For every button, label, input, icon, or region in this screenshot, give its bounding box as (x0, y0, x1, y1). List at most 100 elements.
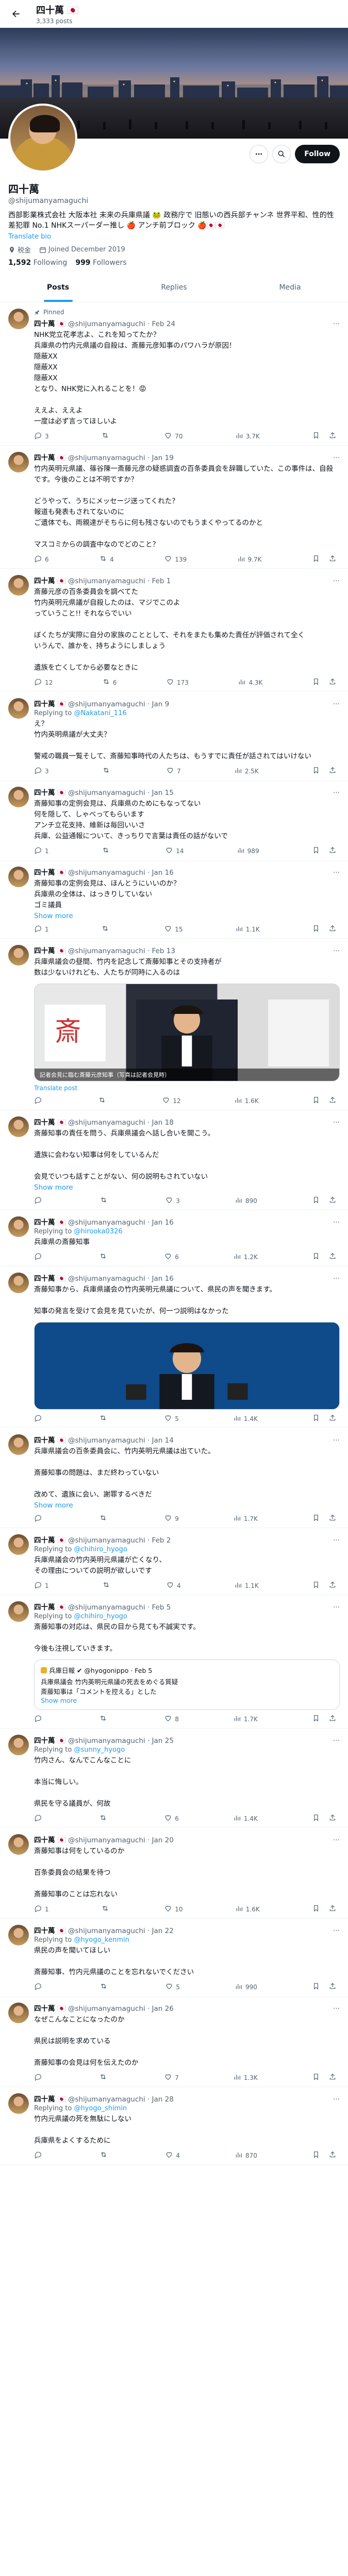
reply-button[interactable]: 12 (34, 677, 53, 687)
post-avatar[interactable] (8, 1735, 29, 1755)
reply-button[interactable]: 6 (34, 554, 49, 564)
repost-button[interactable] (102, 766, 113, 776)
post-avatar[interactable] (8, 1434, 29, 1455)
share-icon[interactable] (328, 1196, 337, 1206)
post[interactable]: 四十萬 🇯🇵 @shijumanyamaguchi · Feb 13 ··· 兵庫県議… (0, 939, 348, 1110)
post-author[interactable]: 四十萬 🇯🇵 (34, 452, 66, 462)
repost-button[interactable] (101, 924, 112, 934)
views-button[interactable]: 1.1K (235, 924, 260, 934)
post-more-icon[interactable]: ··· (333, 789, 340, 797)
post-avatar[interactable] (8, 945, 29, 965)
like-button[interactable]: 7 (164, 2073, 179, 2082)
tab-replies[interactable]: Replies (116, 275, 232, 302)
bookmark-icon[interactable] (312, 1714, 320, 1724)
views-button[interactable]: 1.2K (233, 1252, 258, 1262)
bookmark-icon[interactable] (312, 1196, 320, 1206)
views-button[interactable]: 2.5K (234, 766, 259, 776)
post-avatar[interactable] (8, 867, 29, 887)
bookmark-icon[interactable] (312, 2073, 320, 2082)
post-avatar[interactable] (8, 575, 29, 596)
post[interactable]: 四十萬 🇯🇵 @shijumanyamaguchi · Jan 25 ··· Repl… (0, 1728, 348, 1828)
repost-button[interactable]: 4 (99, 554, 114, 564)
reply-button[interactable] (34, 1252, 45, 1262)
share-icon[interactable] (328, 1714, 337, 1724)
share-icon[interactable] (328, 1982, 337, 1992)
repost-button[interactable] (99, 1714, 110, 1724)
post-author[interactable]: 四十萬 🇯🇵 (34, 575, 66, 585)
repost-button[interactable]: 6 (102, 677, 117, 687)
share-icon[interactable] (328, 766, 337, 776)
post-avatar[interactable] (8, 1834, 29, 1855)
reply-button[interactable] (34, 1714, 45, 1724)
post-avatar[interactable] (8, 787, 29, 807)
post-more-icon[interactable]: ··· (333, 1536, 340, 1545)
post-media[interactable] (34, 1322, 340, 1410)
bookmark-icon[interactable] (312, 1514, 320, 1523)
post-more-icon[interactable]: ··· (333, 1275, 340, 1283)
bookmark-icon[interactable] (312, 2150, 320, 2160)
post[interactable]: 四十萬 🇯🇵 @shijumanyamaguchi · Jan 28 ··· Repl… (0, 2087, 348, 2165)
tab-media[interactable]: Media (232, 275, 348, 302)
post-author[interactable]: 四十萬 🇯🇵 (34, 2003, 66, 2013)
like-button[interactable]: 4 (165, 2150, 180, 2160)
post-avatar[interactable] (8, 1925, 29, 1945)
repost-button[interactable] (98, 1096, 109, 1106)
post-avatar[interactable] (8, 452, 29, 472)
post-more-icon[interactable]: ··· (333, 1737, 340, 1745)
repost-button[interactable] (102, 846, 112, 856)
like-button[interactable]: 3 (165, 1196, 180, 1206)
post-avatar[interactable] (8, 2003, 29, 2023)
post-avatar[interactable] (8, 698, 29, 719)
post[interactable]: 四十萬 🇯🇵 @shijumanyamaguchi · Jan 16 ··· Repl… (0, 1210, 348, 1266)
post[interactable]: 四十萬 🇯🇵 @shijumanyamaguchi · Jan 16 ··· 斎藤知事… (0, 860, 348, 939)
post[interactable]: Pinned 四十萬 🇯🇵 @shijumanyamaguchi · Feb 24 ·… (0, 302, 348, 446)
search-icon[interactable] (272, 145, 291, 163)
post-author[interactable]: 四十萬 🇯🇵 (34, 787, 66, 797)
show-more-link[interactable]: Show more (34, 1501, 340, 1510)
views-button[interactable]: 1.1K (234, 1581, 259, 1590)
reply-button[interactable]: 3 (34, 431, 49, 441)
share-icon[interactable] (328, 1414, 337, 1423)
reply-button[interactable]: 1 (34, 846, 49, 856)
post[interactable]: 四十萬 🇯🇵 @shijumanyamaguchi · Jan 22 ··· Repl… (0, 1919, 348, 1996)
views-button[interactable]: 989 (237, 846, 259, 856)
post-media[interactable]: 斎記者会見に臨む斎藤元彦知事（写真は記者会見時） (34, 984, 340, 1081)
quoted-post[interactable]: 兵庫日報 ✔ @hyogonippo · Feb 5 兵庫県議会 竹内英明元県議の… (34, 1659, 340, 1710)
views-button[interactable]: 1.7K (233, 1714, 258, 1724)
reply-button[interactable] (34, 1814, 45, 1823)
like-button[interactable]: 8 (164, 1714, 179, 1724)
like-button[interactable]: 6 (164, 1814, 179, 1823)
post[interactable]: 四十萬 🇯🇵 @shijumanyamaguchi · Jan 19 ··· 竹内英明… (0, 446, 348, 569)
post[interactable]: 四十萬 🇯🇵 @shijumanyamaguchi · Jan 18 ··· 斎藤知事… (0, 1110, 348, 1210)
post-author[interactable]: 四十萬 🇯🇵 (34, 867, 66, 877)
post-author[interactable]: 四十萬 🇯🇵 (34, 1273, 66, 1283)
post[interactable]: 四十萬 🇯🇵 @shijumanyamaguchi · Feb 2 ··· Reply… (0, 1528, 348, 1595)
share-icon[interactable] (328, 1814, 337, 1823)
post[interactable]: 四十萬 🇯🇵 @shijumanyamaguchi · Jan 15 ··· 斎藤知事… (0, 781, 348, 860)
repost-button[interactable] (99, 1252, 110, 1262)
like-button[interactable]: 5 (164, 1414, 179, 1423)
post-more-icon[interactable]: ··· (333, 1436, 340, 1445)
bookmark-icon[interactable] (312, 766, 320, 776)
like-button[interactable]: 70 (164, 431, 183, 441)
share-icon[interactable] (328, 554, 337, 564)
bookmark-icon[interactable] (312, 431, 320, 441)
post-author[interactable]: 四十萬 🇯🇵 (34, 1116, 66, 1127)
translate-bio-link[interactable]: Translate bio (8, 233, 340, 241)
post[interactable]: 四十萬 🇯🇵 @shijumanyamaguchi · Feb 5 ··· Reply… (0, 1595, 348, 1728)
post-author[interactable]: 四十萬 🇯🇵 (34, 698, 66, 708)
like-button[interactable]: 6 (164, 1252, 179, 1262)
post-more-icon[interactable]: ··· (333, 1218, 340, 1227)
like-button[interactable]: 139 (164, 554, 187, 564)
repost-button[interactable] (100, 1982, 110, 1992)
reply-button[interactable] (34, 1514, 45, 1523)
post-more-icon[interactable]: ··· (333, 577, 340, 585)
repost-button[interactable] (101, 431, 112, 441)
share-icon[interactable] (328, 1581, 337, 1590)
post-more-icon[interactable]: ··· (333, 1836, 340, 1844)
bookmark-icon[interactable] (312, 677, 320, 687)
share-icon[interactable] (328, 1904, 337, 1914)
share-icon[interactable] (328, 1096, 337, 1106)
quoted-show-more[interactable]: Show more (41, 1697, 333, 1704)
repost-button[interactable] (101, 1904, 112, 1914)
